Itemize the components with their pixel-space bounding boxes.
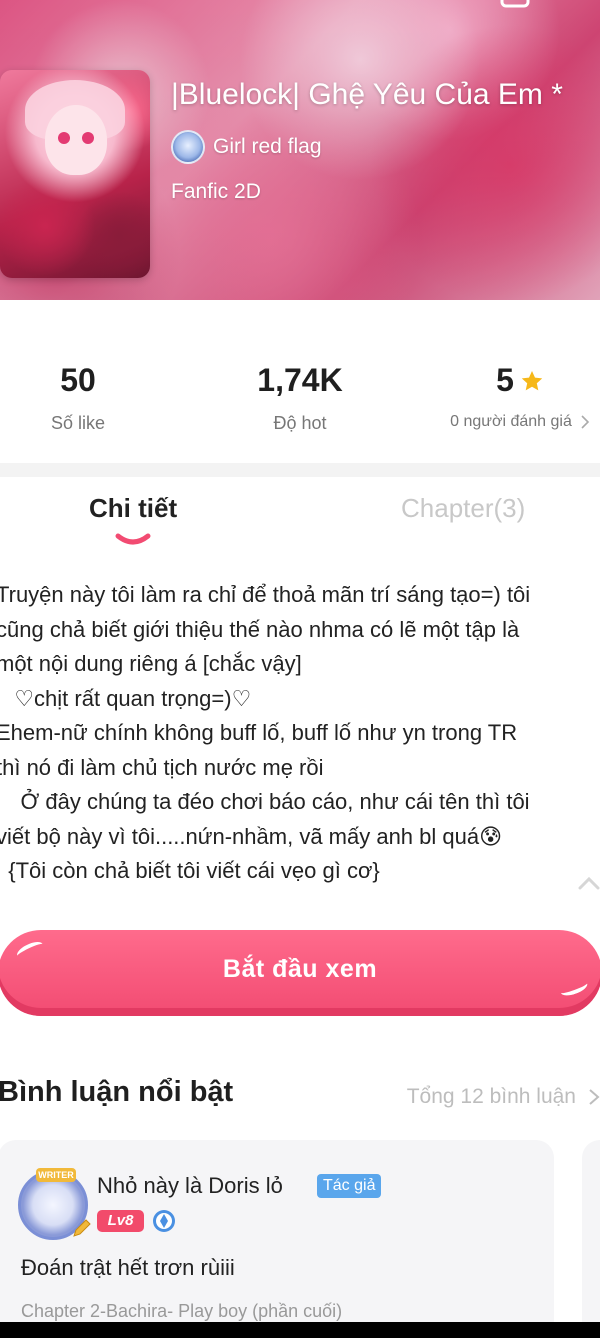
chevron-right-icon bbox=[589, 1089, 600, 1105]
likes-stat: 50 Số like bbox=[28, 362, 128, 434]
start-reading-button[interactable]: Bắt đầu xem bbox=[0, 930, 600, 1016]
description-line: Ehem-nữ chính không buff lố, buff lố như… bbox=[0, 720, 518, 745]
author-tag: Tác giả bbox=[317, 1174, 382, 1198]
tab-details[interactable]: Chi tiết bbox=[89, 493, 177, 524]
hot-count: 1,74K bbox=[257, 362, 343, 398]
rating-value: 5 bbox=[440, 362, 600, 399]
author-link[interactable]: Girl red flag bbox=[171, 130, 322, 164]
rating-count-label: 0 người đánh giá bbox=[450, 413, 572, 430]
rating-number: 5 bbox=[496, 362, 514, 398]
rating-stat[interactable]: 5 0 người đánh giá bbox=[440, 362, 600, 431]
pencil-icon bbox=[73, 1219, 91, 1237]
story-header: |Bluelock| Ghệ Yêu Của Em * Girl red fla… bbox=[0, 0, 600, 300]
section-divider bbox=[0, 463, 600, 477]
top-actions bbox=[500, 0, 600, 12]
share-icon[interactable] bbox=[500, 0, 530, 12]
description-line: viết bộ này vì tôi.....nứn-nhầm, vã mấy … bbox=[0, 823, 503, 849]
chevron-up-icon[interactable] bbox=[578, 876, 600, 890]
likes-label: Số like bbox=[50, 413, 106, 433]
hot-stat: 1,74K Độ hot bbox=[240, 362, 360, 434]
cover-image[interactable] bbox=[0, 70, 150, 278]
story-description: Truyện này tôi làm ra chỉ để thoả mãn tr… bbox=[0, 578, 600, 889]
tab-bar: Chi tiết Chapter(3) bbox=[0, 477, 600, 557]
author-avatar[interactable] bbox=[171, 130, 205, 164]
tab-chapters[interactable]: Chapter(3) bbox=[401, 493, 525, 524]
description-line: Truyện này tôi làm ra chỉ để thoả mãn tr… bbox=[0, 582, 531, 607]
tab-active-indicator bbox=[115, 533, 151, 545]
comment-text: Đoán trật hết trơn rùiii bbox=[21, 1255, 235, 1280]
level-badge: Lv8 bbox=[97, 1210, 144, 1232]
description-line: thì nó đi làm chủ tịch nước mẹ rồi bbox=[0, 754, 324, 780]
more-icon[interactable] bbox=[570, 0, 600, 12]
commenter-name[interactable]: Nhỏ này là Doris lỏ bbox=[97, 1173, 283, 1199]
description-line: {Tôi còn chả biết tôi viết cái vẹo gì cơ… bbox=[0, 858, 380, 883]
story-title: |Bluelock| Ghệ Yêu Của Em * bbox=[171, 78, 563, 111]
description-line: một nội dung riêng á [chắc vậy] bbox=[0, 651, 302, 676]
view-all-comments-link[interactable]: Tổng 12 bình luận bbox=[407, 1085, 600, 1109]
stats-panel: 50 Số like 1,74K Độ hot 5 0 người đánh g… bbox=[0, 300, 600, 463]
description-line: cũng chả biết giới thiệu thế nào nhma có… bbox=[0, 616, 520, 642]
description-line: Ở đây chúng ta đéo chơi báo cáo, như cái… bbox=[0, 789, 530, 814]
hot-label: Độ hot bbox=[273, 413, 327, 433]
rating-count-link[interactable]: 0 người đánh giá bbox=[440, 413, 600, 431]
gem-icon bbox=[153, 1210, 175, 1232]
genre-label: Fanfic 2D bbox=[171, 180, 261, 203]
chevron-right-icon bbox=[581, 415, 589, 429]
system-nav-bar bbox=[0, 1322, 600, 1338]
likes-count: 50 bbox=[60, 362, 96, 398]
star-icon bbox=[521, 370, 543, 390]
next-comment-card[interactable] bbox=[582, 1140, 600, 1338]
comments-total: Tổng 12 bình luận bbox=[406, 1085, 576, 1108]
comments-title: Bình luận nổi bật bbox=[0, 1076, 234, 1108]
description-line: ♡chịt rất quan trọng=)♡ bbox=[0, 685, 252, 711]
comment-card[interactable]: WRITER Nhỏ này là Doris lỏ Tác giả Lv8 Đ… bbox=[0, 1140, 554, 1338]
author-name[interactable]: Girl red flag bbox=[213, 135, 322, 159]
comment-chapter-link[interactable]: Chapter 2-Bachira- Play boy (phần cuối) bbox=[21, 1301, 342, 1322]
comments-header: Bình luận nổi bật Tổng 12 bình luận bbox=[0, 1076, 600, 1116]
writer-badge: WRITER bbox=[36, 1168, 76, 1182]
start-reading-label: Bắt đầu xem bbox=[222, 954, 378, 983]
